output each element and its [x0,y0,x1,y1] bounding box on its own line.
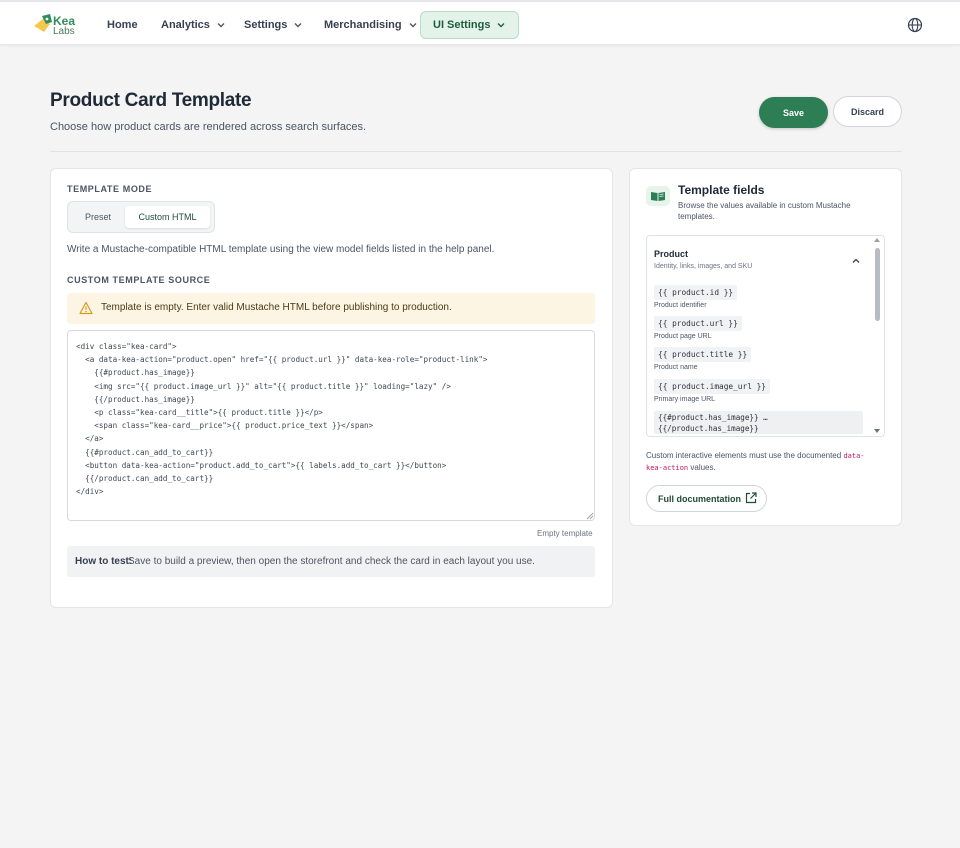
template-mode-toggle: Preset Custom HTML [67,201,215,233]
field-group-title: Product [654,249,689,259]
field-description: Product identifier [654,302,707,309]
nav-merchandising[interactable]: Merchandising [312,11,430,39]
note-suffix: values. [688,463,716,472]
full-documentation-label: Full documentation [658,493,741,504]
scroll-down-arrow-icon[interactable] [874,429,880,433]
page-subtitle: Choose how product cards are rendered ac… [50,121,367,133]
field-group-subtitle: Identity, links, images, and SKU [654,263,753,270]
template-status-hint: Empty template [537,529,593,538]
empty-template-warning: Template is empty. Enter valid Mustache … [67,293,595,324]
field-token[interactable]: {{ product.id }} [654,285,738,300]
nav-ui-settings[interactable]: UI Settings [420,11,520,39]
warning-text: Template is empty. Enter valid Mustache … [101,302,452,313]
header-divider [50,151,902,152]
field-description: Product name [654,364,698,371]
field-token-block[interactable]: {{#product.has_image}} … {{/product.has_… [654,411,863,434]
how-to-test-panel: How to test: Save to build a preview, th… [67,546,595,577]
chevron-down-icon [497,23,505,28]
mode-custom-html-button[interactable]: Custom HTML [125,206,210,228]
save-button[interactable]: Save [759,97,828,128]
nav-home-label: Home [107,19,138,31]
how-to-test-label: How to test: [75,556,133,567]
field-description: Primary image URL [654,396,716,403]
nav-settings[interactable]: Settings [232,11,315,39]
top-navigation: Kea Labs Home Analytics Settings Merchan… [0,0,960,45]
nav-ui-settings-label: UI Settings [433,19,491,31]
note-prefix: Custom interactive elements must use the… [646,451,844,460]
custom-source-label: CUSTOM TEMPLATE SOURCE [67,275,211,285]
brand-subname: Labs [53,26,75,37]
resize-handle-icon[interactable] [586,512,594,520]
interactive-elements-note: Custom interactive elements must use the… [646,450,881,474]
template-fields-title: Template fields [678,183,765,197]
chevron-down-icon [294,23,302,28]
warning-icon [79,301,93,315]
field-token[interactable]: {{ product.url }} [654,316,742,331]
chevron-up-icon[interactable] [851,256,861,266]
field-token[interactable]: {{ product.image_url }} [654,379,770,394]
book-icon [646,186,670,206]
field-token[interactable]: {{ product.title }} [654,347,752,362]
nav-merchandising-label: Merchandising [324,19,402,31]
chevron-down-icon [217,23,225,28]
external-link-icon [745,492,757,504]
scroll-up-arrow-icon[interactable] [874,238,880,242]
mode-preset-button[interactable]: Preset [72,206,124,228]
globe-icon[interactable] [907,17,923,33]
page-title: Product Card Template [50,90,252,111]
field-description: Product page URL [654,333,712,340]
template-fields-subtitle: Browse the values available in custom Mu… [678,201,851,221]
template-source-editor[interactable]: <div class="kea-card"> <a data-kea-actio… [67,330,595,521]
fields-scrollbar-thumb[interactable] [875,248,880,321]
chevron-down-icon [409,23,417,28]
template-mode-label: TEMPLATE MODE [67,184,153,194]
nav-settings-label: Settings [244,19,288,31]
discard-button[interactable]: Discard [833,96,902,127]
nav-analytics[interactable]: Analytics [149,11,238,39]
nav-analytics-label: Analytics [161,19,210,31]
how-to-test-text: Save to build a preview, then open the s… [128,556,535,567]
template-description: Write a Mustache-compatible HTML templat… [67,244,495,255]
nav-home[interactable]: Home [95,11,150,39]
